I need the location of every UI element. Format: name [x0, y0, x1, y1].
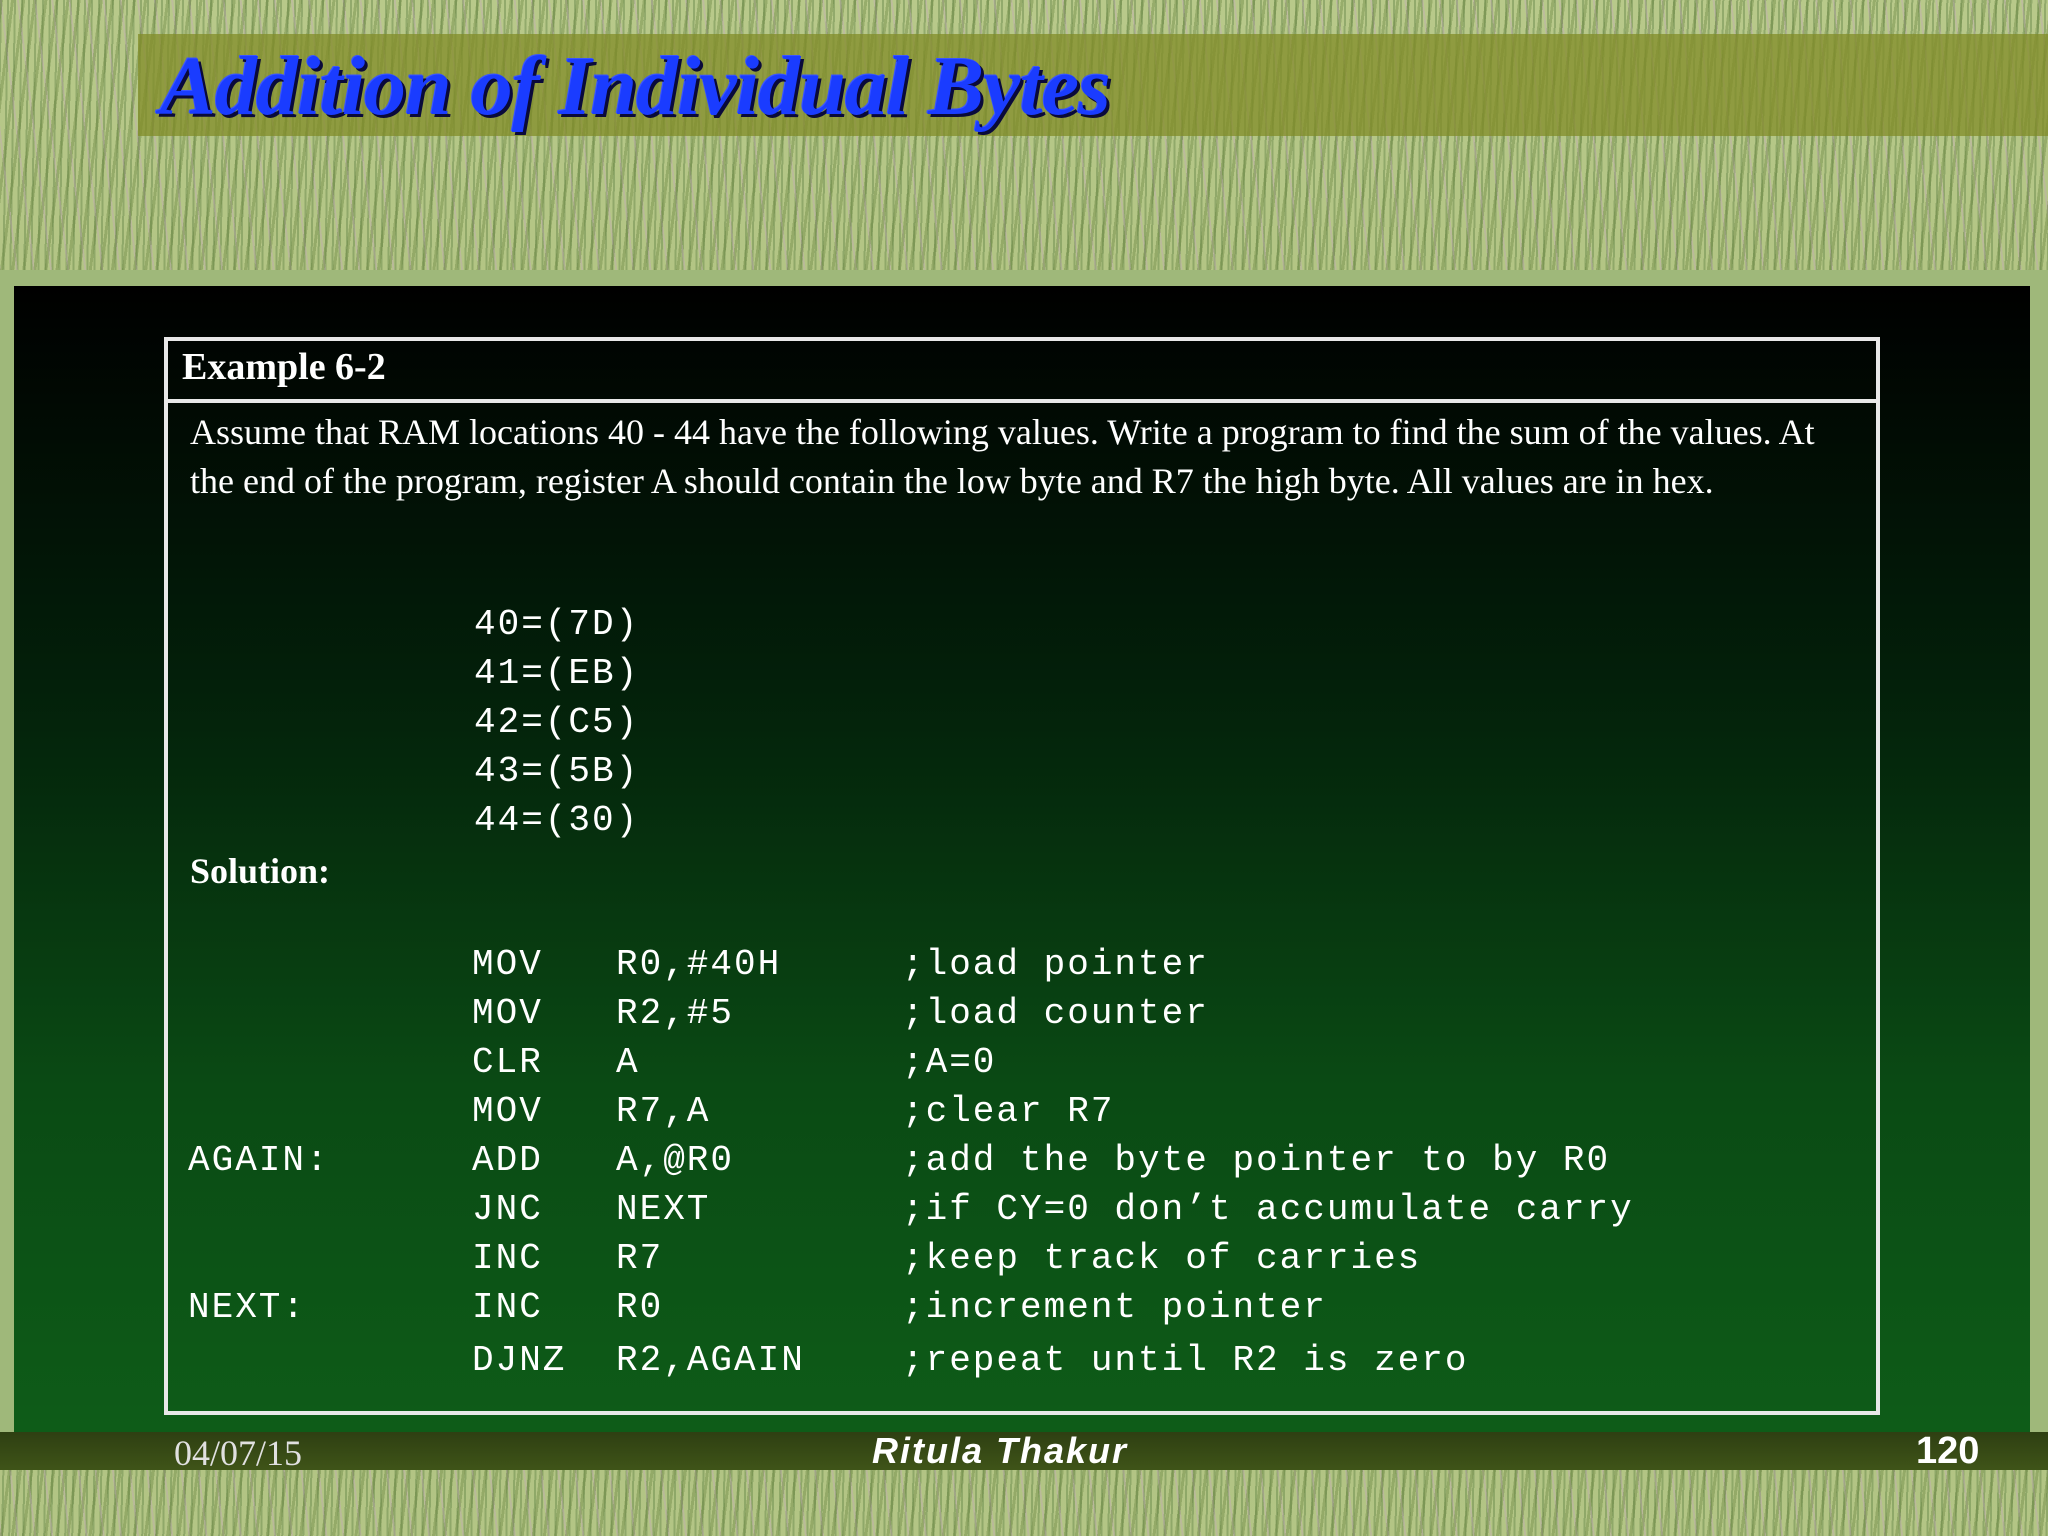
code-comment: ;A=0: [902, 1042, 997, 1083]
code-op: MOV: [472, 993, 543, 1034]
code-op: MOV: [472, 944, 543, 985]
code-op: DJNZ: [472, 1340, 567, 1381]
code-comment: ;keep track of carries: [902, 1238, 1422, 1279]
code-comment: ;if CY=0 don’t accumulate carry: [902, 1189, 1634, 1230]
slide-title: Addition of Individual Bytes: [160, 40, 1111, 133]
footer-author: Ritula Thakur: [872, 1430, 1129, 1471]
memory-value: 43=(5B): [474, 751, 640, 792]
code-op: JNC: [472, 1189, 543, 1230]
problem-statement: Assume that RAM locations 40 - 44 have t…: [190, 412, 1815, 501]
code-label: AGAIN:: [188, 1140, 330, 1181]
example-header: Example 6-2: [168, 341, 1876, 403]
code-comment: ;clear R7: [902, 1091, 1115, 1132]
code-args: R0,#40H: [616, 944, 782, 985]
code-op: ADD: [472, 1140, 543, 1181]
code-args: A: [616, 1042, 640, 1083]
code-op: CLR: [472, 1042, 543, 1083]
code-args: NEXT: [616, 1189, 711, 1230]
code-comment: ;increment pointer: [902, 1287, 1327, 1328]
code-op: INC: [472, 1238, 543, 1279]
example-title: Example 6-2: [182, 346, 386, 388]
memory-value: 42=(C5): [474, 702, 640, 743]
code-args: R0: [616, 1287, 664, 1328]
code-args: R7: [616, 1238, 664, 1279]
code-comment: ;add the byte pointer to by R0: [902, 1140, 1611, 1181]
code-args: A,@R0: [616, 1140, 735, 1181]
page-number: 120: [1916, 1430, 1980, 1472]
memory-value: 41=(EB): [474, 653, 640, 694]
memory-value: 44=(30): [474, 800, 640, 841]
code-args: R2,AGAIN: [616, 1340, 805, 1381]
code-args: R7,A: [616, 1091, 711, 1132]
code-label: NEXT:: [188, 1287, 307, 1328]
code-comment: ;load pointer: [902, 944, 1209, 985]
solution-label: Solution:: [190, 851, 331, 891]
code-op: MOV: [472, 1091, 543, 1132]
code-comment: ;repeat until R2 is zero: [902, 1340, 1469, 1381]
code-args: R2,#5: [616, 993, 735, 1034]
code-comment: ;load counter: [902, 993, 1209, 1034]
memory-value: 40=(7D): [474, 604, 640, 645]
footer-date: 04/07/15: [174, 1433, 303, 1473]
code-op: INC: [472, 1287, 543, 1328]
